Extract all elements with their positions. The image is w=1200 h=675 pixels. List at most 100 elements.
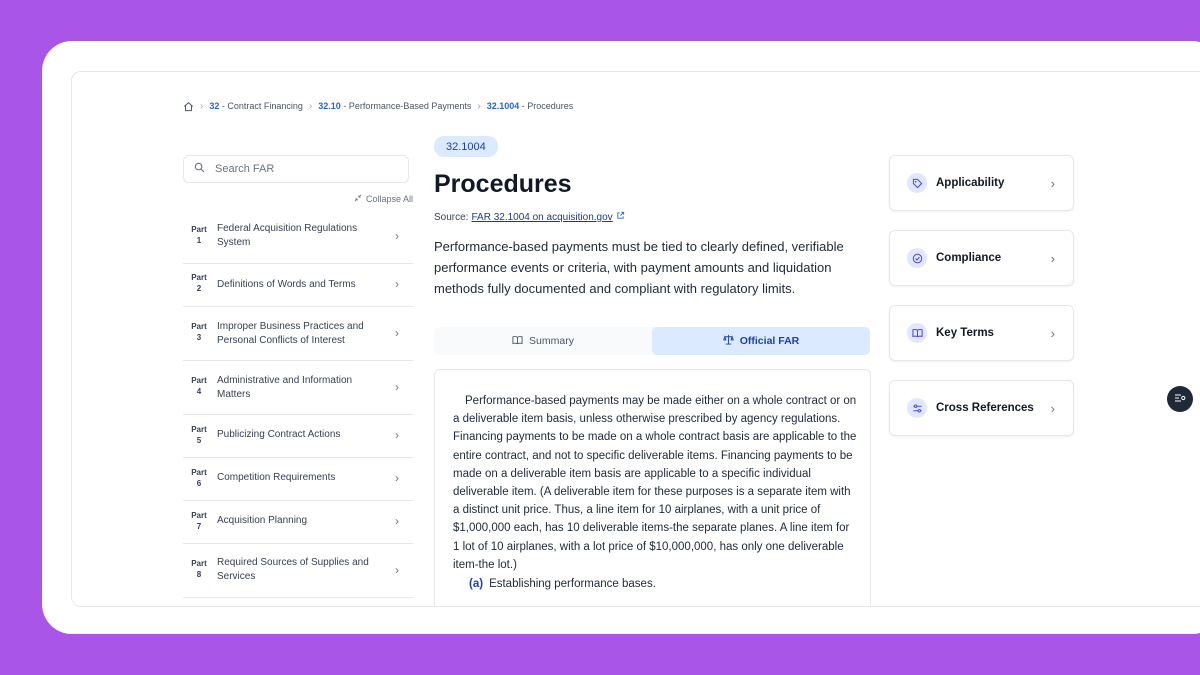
chevron-right-icon: › [395, 428, 399, 442]
breadcrumb: › 32 - Contract Financing › 32.10 - Perf… [183, 99, 573, 113]
part-word: Part [191, 425, 207, 434]
list-filter-button[interactable] [1167, 386, 1193, 412]
book-open-icon [512, 335, 523, 348]
sliders-icon [907, 398, 927, 418]
tab-official-far[interactable]: Official FAR [652, 327, 870, 355]
chevron-right-icon: › [395, 514, 399, 528]
part-word: Part [191, 376, 207, 385]
sidebar-item-part-8[interactable]: Part 8 Required Sources of Supplies and S… [183, 544, 413, 598]
search-box[interactable] [183, 155, 409, 183]
part-number: Part 8 [188, 558, 210, 580]
part-word: Part [191, 225, 207, 234]
book-icon [907, 323, 927, 343]
card-applicability[interactable]: Applicability › [889, 155, 1074, 211]
part-title: Federal Acquisition Regulations System [217, 223, 358, 248]
card-label: Key Terms [936, 327, 994, 339]
breadcrumb-label: - Contract Financing [221, 101, 303, 111]
part-title: Publicizing Contract Actions [217, 429, 341, 440]
sidebar-item-part-6[interactable]: Part 6 Competition Requirements › [183, 458, 413, 501]
part-num: 3 [196, 333, 202, 342]
part-num: 5 [196, 436, 202, 445]
section-badge: 32.1004 [434, 136, 498, 157]
breadcrumb-item-subpart[interactable]: 32.10 - Performance-Based Payments [318, 101, 471, 111]
search-input[interactable] [213, 162, 397, 176]
part-number: Part 3 [188, 321, 210, 343]
part-num: 4 [196, 387, 202, 396]
part-number: Part 5 [188, 424, 210, 446]
breadcrumb-label: - Performance-Based Payments [343, 101, 472, 111]
part-num: 2 [196, 284, 202, 293]
part-word: Part [191, 322, 207, 331]
chevron-right-icon: › [395, 471, 399, 485]
part-word: Part [191, 511, 207, 520]
part-word: Part [191, 559, 207, 568]
sidebar-item-part-3[interactable]: Part 3 Improper Business Practices and Pe… [183, 307, 413, 361]
card-compliance[interactable]: Compliance › [889, 230, 1074, 286]
scale-icon [722, 334, 734, 348]
breadcrumb-num: 32.10 [318, 101, 341, 111]
card-cross-references[interactable]: Cross References › [889, 380, 1074, 436]
chevron-right-icon: › [1050, 400, 1055, 416]
section-summary: Performance-based payments must be tied … [434, 239, 844, 296]
tag-icon [907, 173, 927, 193]
app-window: › 32 - Contract Financing › 32.10 - Perf… [71, 71, 1200, 607]
part-num: 7 [196, 522, 202, 531]
breadcrumb-num: 32 [209, 101, 220, 111]
regulation-paragraph: Performance-based payments may be made e… [453, 395, 857, 571]
chevron-right-icon: › [395, 326, 399, 340]
list-filter-icon [1174, 390, 1186, 408]
source-link[interactable]: FAR 32.1004 on acquisition.gov [471, 212, 612, 223]
parts-list: Part 1 Federal Acquisition Regulations Sy… [183, 210, 413, 598]
source-line: Source: FAR 32.1004 on acquisition.gov [434, 211, 625, 223]
card-label: Cross References [936, 402, 1034, 414]
subsection-label: (a) [469, 578, 484, 590]
chevron-right-icon: › [1050, 250, 1055, 266]
tab-label: Official FAR [739, 335, 800, 347]
part-title: Required Sources of Supplies and Service… [217, 557, 369, 582]
regulation-text: Performance-based payments may be made e… [434, 369, 871, 606]
part-number: Part 2 [188, 272, 210, 294]
view-tabs: Summary Official FAR [434, 327, 870, 355]
card-label: Applicability [936, 177, 1005, 189]
collapse-icon [354, 194, 362, 204]
page-title: Procedures [434, 170, 572, 198]
sidebar-item-part-4[interactable]: Part 4 Administrative and Information Mat… [183, 361, 413, 415]
breadcrumb-label: - Procedures [521, 101, 574, 111]
chevron-right-icon: › [395, 229, 399, 243]
source-prefix: Source: [434, 211, 469, 223]
part-num: 6 [196, 479, 202, 488]
chevron-right-icon: › [308, 100, 313, 112]
sidebar-item-part-1[interactable]: Part 1 Federal Acquisition Regulations Sy… [183, 210, 413, 264]
chevron-right-icon: › [395, 380, 399, 394]
tab-label: Summary [529, 335, 574, 347]
part-number: Part 7 [188, 510, 210, 532]
breadcrumb-item-part[interactable]: 32 - Contract Financing [209, 101, 303, 111]
tab-summary[interactable]: Summary [434, 327, 652, 355]
chevron-right-icon: › [395, 563, 399, 577]
chevron-right-icon: › [477, 100, 481, 112]
card-key-terms[interactable]: Key Terms › [889, 305, 1074, 361]
chevron-right-icon: › [1050, 175, 1055, 191]
external-link-icon [616, 211, 625, 223]
check-circle-icon [907, 248, 927, 268]
part-num: 1 [196, 236, 202, 245]
sidebar-item-part-5[interactable]: Part 5 Publicizing Contract Actions › [183, 415, 413, 458]
sidebar-item-part-7[interactable]: Part 7 Acquisition Planning › [183, 501, 413, 544]
part-number: Part 6 [188, 467, 210, 489]
collapse-all-label: Collapse All [366, 194, 414, 204]
part-title: Acquisition Planning [217, 515, 308, 526]
collapse-all-button[interactable]: Collapse All [354, 194, 413, 204]
part-title: Improper Business Practices and Personal… [217, 321, 364, 346]
regulation-subsection[interactable]: (a) Establishing performance bases. [469, 578, 656, 590]
part-word: Part [191, 468, 207, 477]
sidebar-item-part-2[interactable]: Part 2 Definitions of Words and Terms › [183, 264, 413, 307]
part-word: Part [191, 273, 207, 282]
search-icon [194, 160, 205, 178]
breadcrumb-num: 32.1004 [486, 101, 520, 111]
part-number: Part 4 [188, 375, 210, 397]
breadcrumb-item-section[interactable]: 32.1004 - Procedures [487, 101, 574, 111]
home-icon[interactable] [183, 101, 194, 112]
chevron-right-icon: › [1050, 325, 1055, 341]
part-title: Competition Requirements [217, 472, 336, 483]
part-title: Administrative and Information Matters [217, 375, 353, 400]
